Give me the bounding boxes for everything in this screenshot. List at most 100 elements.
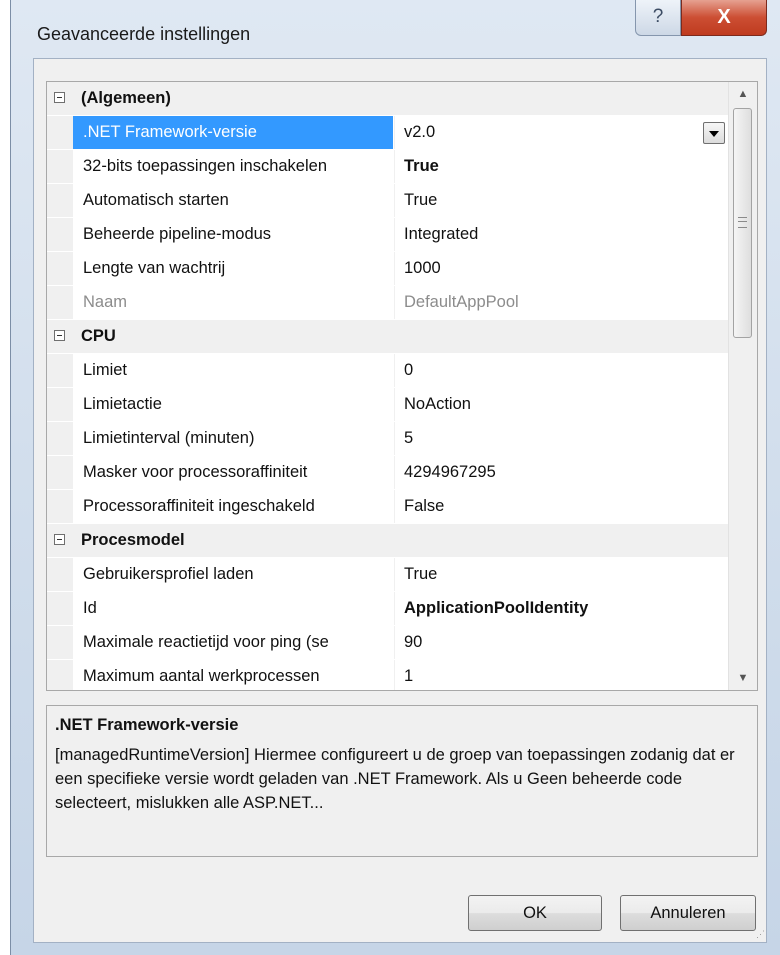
property-value-text: Integrated [404,225,479,243]
row-gutter [47,558,73,591]
row-gutter [47,490,73,523]
property-row[interactable]: Masker voor processoraffiniteit 429496729… [47,456,729,489]
collapse-icon[interactable] [54,534,65,545]
dialog-window: Geavanceerde instellingen ? X (Algemeen)… [10,0,780,955]
property-value[interactable]: 90 [394,626,729,659]
dialog-client-area: (Algemeen) .NET Framework-versie v2.0 32-bi… [33,58,767,943]
scrollbar-grip-icon [738,217,747,228]
property-value-text: NoAction [404,395,471,413]
property-value[interactable]: 5 [394,422,729,455]
row-gutter [47,422,73,455]
resize-grip-icon[interactable]: ⋰ [756,929,765,940]
property-value[interactable]: ApplicationPoolIdentity [394,592,729,625]
property-value-text: True [404,157,439,175]
category-row[interactable]: (Algemeen) [47,82,729,115]
property-value[interactable]: 0 [394,354,729,387]
property-grid: (Algemeen) .NET Framework-versie v2.0 32-bi… [46,81,758,691]
row-gutter [47,388,73,421]
property-name: Id [83,599,97,617]
property-value-text: 1 [404,667,414,685]
property-name: .NET Framework-versie [73,116,393,149]
property-row[interactable]: Id ApplicationPoolIdentity [47,592,729,625]
property-value-text: 4294967295 [404,463,496,481]
property-value[interactable]: 4294967295 [394,456,729,489]
row-gutter [47,150,73,183]
scrollbar-thumb[interactable] [733,108,752,338]
property-name: Lengte van wachtrij [83,259,226,277]
property-row[interactable]: Automatisch starten True [47,184,729,217]
property-row[interactable]: Limietactie NoAction [47,388,729,421]
window-title: Geavanceerde instellingen [37,24,251,44]
property-value[interactable]: True [394,150,729,183]
property-value-text: False [404,497,445,515]
property-row[interactable]: Lengte van wachtrij 1000 [47,252,729,285]
row-gutter [47,524,73,557]
ok-button[interactable]: OK [468,895,602,931]
property-value-text: 0 [404,361,414,379]
category-row[interactable]: CPU [47,320,729,353]
property-name: Processoraffiniteit ingeschakeld [83,497,315,515]
category-row[interactable]: Procesmodel [47,524,729,557]
description-title: .NET Framework-versie [55,716,239,734]
property-value[interactable]: True [394,558,729,591]
property-row[interactable]: .NET Framework-versie v2.0 [47,116,729,149]
title-bar[interactable]: Geavanceerde instellingen ? X [11,0,780,58]
category-label: Procesmodel [81,531,185,549]
property-name: Maximum aantal werkprocessen [83,667,320,685]
property-name: Limietactie [83,395,162,413]
dropdown-arrow-icon[interactable] [703,122,725,144]
row-gutter [47,456,73,489]
property-value[interactable]: v2.0 [394,116,729,149]
property-row[interactable]: 32-bits toepassingen inschakelen True [47,150,729,183]
scroll-up-icon[interactable]: ▲ [729,82,757,106]
property-row[interactable]: Gebruikersprofiel laden True [47,558,729,591]
description-panel: .NET Framework-versie [managedRuntimeVer… [46,705,758,857]
row-gutter [47,354,73,387]
property-value: DefaultAppPool [394,286,729,319]
row-gutter [47,320,73,353]
property-row[interactable]: Beheerde pipeline-modus Integrated [47,218,729,251]
property-name: Naam [83,293,128,311]
property-name: Masker voor processoraffiniteit [83,463,308,481]
collapse-icon[interactable] [54,330,65,341]
property-row[interactable]: Naam DefaultAppPool [47,286,729,319]
row-gutter [47,116,73,149]
property-row[interactable]: Limietinterval (minuten) 5 [47,422,729,455]
row-gutter [47,592,73,625]
category-label: (Algemeen) [81,89,171,107]
property-value-text: 90 [404,633,423,651]
property-name: Limietinterval (minuten) [83,429,255,447]
close-button[interactable]: X [681,0,767,36]
property-value[interactable]: 1000 [394,252,729,285]
cancel-button[interactable]: Annuleren [620,895,756,931]
scroll-down-icon[interactable]: ▼ [729,666,757,690]
property-row[interactable]: Maximale reactietijd voor ping (se 90 [47,626,729,659]
property-value-text: 5 [404,429,414,447]
property-row[interactable]: Processoraffiniteit ingeschakeld False [47,490,729,523]
row-gutter [47,184,73,217]
property-name: 32-bits toepassingen inschakelen [83,157,327,175]
property-value[interactable]: Integrated [394,218,729,251]
row-gutter [47,252,73,285]
help-button[interactable]: ? [635,0,681,36]
property-row[interactable]: Limiet 0 [47,354,729,387]
property-value-text: 1000 [404,259,441,277]
help-icon: ? [652,6,664,27]
property-value[interactable]: 1 [394,660,729,690]
category-label: CPU [81,327,116,345]
collapse-icon[interactable] [54,92,65,103]
property-value-text: v2.0 [404,123,436,141]
property-value[interactable]: False [394,490,729,523]
close-icon: X [717,6,731,28]
property-value[interactable]: True [394,184,729,217]
property-row[interactable]: Maximum aantal werkprocessen 1 [47,660,729,690]
row-gutter [47,286,73,319]
property-value-text: ApplicationPoolIdentity [404,599,589,617]
property-value[interactable]: NoAction [394,388,729,421]
vertical-scrollbar[interactable]: ▲ ▼ [728,82,757,690]
property-name: Beheerde pipeline-modus [83,225,272,243]
property-name: Automatisch starten [83,191,229,209]
row-gutter [47,626,73,659]
row-gutter [47,660,73,690]
property-name: Gebruikersprofiel laden [83,565,254,583]
